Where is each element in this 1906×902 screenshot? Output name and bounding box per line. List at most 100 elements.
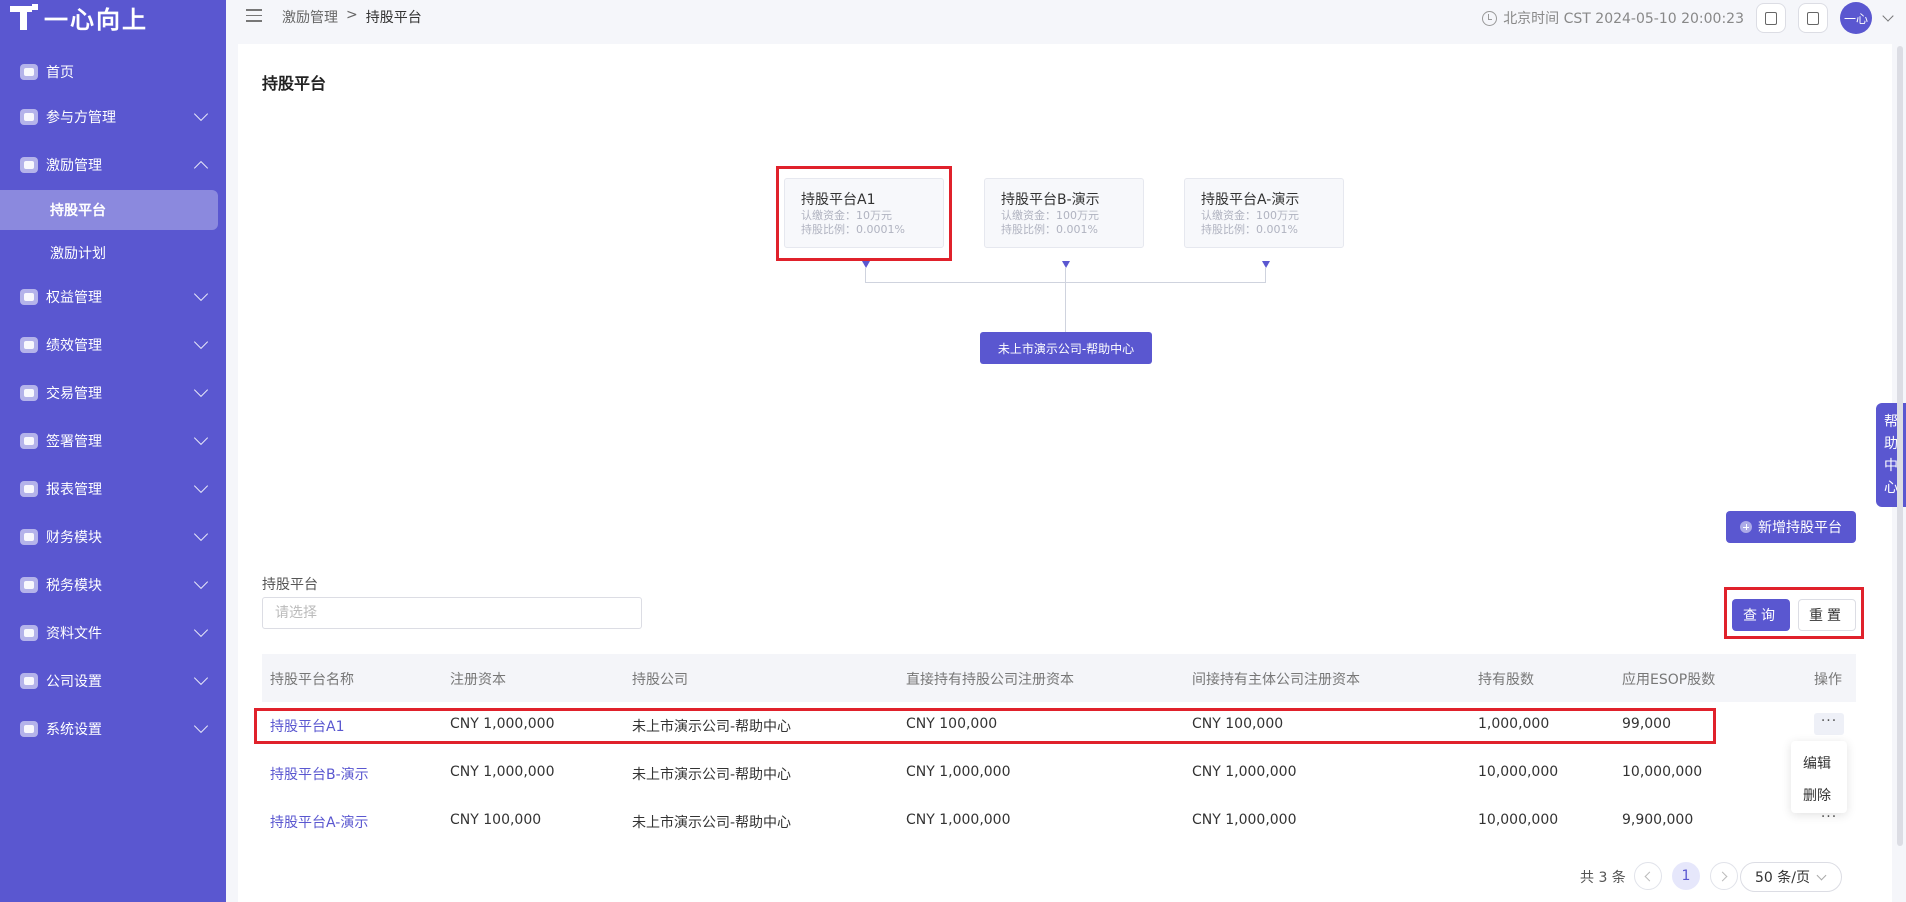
breadcrumb-separator: > (346, 7, 358, 23)
connector-line (1065, 268, 1066, 332)
column-header-esop-shares: 应用ESOP股数 (1622, 672, 1716, 688)
platform-name-link[interactable]: 持股平台A-演示 (270, 812, 368, 832)
cell-shares: 1,000,000 (1478, 716, 1550, 732)
sidebar-item-signing[interactable]: 签署管理 (0, 419, 226, 463)
chart-node-a1[interactable]: 持股平台A1 认缴资金：10万元 持股比例：0.0001% (784, 178, 944, 248)
company-icon (20, 673, 38, 689)
prev-page-button[interactable] (1634, 862, 1662, 890)
home-icon (20, 64, 38, 80)
chart-root-company[interactable]: 未上市演示公司-帮助中心 (980, 332, 1152, 364)
chart-node-b-demo[interactable]: 持股平台B-演示 认缴资金：100万元 持股比例：0.001% (984, 178, 1144, 248)
page-number-current[interactable]: 1 (1672, 862, 1700, 890)
chevron-right-icon (1717, 871, 1728, 881)
chevron-down-icon (193, 526, 209, 542)
column-header-actions: 操作 (1814, 672, 1842, 688)
node-title: 持股平台B-演示 (1001, 192, 1100, 208)
reset-button[interactable]: 重置 (1798, 599, 1856, 631)
column-header-name: 持股平台名称 (270, 672, 354, 688)
row-more-button[interactable]: ··· (1814, 713, 1844, 735)
delete-menu-item[interactable]: 删除 (1803, 785, 1831, 805)
platform-name-link[interactable]: 持股平台A1 (270, 716, 344, 736)
chevron-down-icon (193, 286, 209, 302)
node-ratio: 持股比例：0.001% (1201, 223, 1298, 236)
clipboard-check-icon (1765, 11, 1777, 25)
sidebar-subitem-label: 激励计划 (50, 246, 106, 262)
trading-icon (20, 385, 38, 401)
sidebar-item-label: 绩效管理 (46, 338, 102, 354)
sidebar-subitem-holding-platform[interactable]: 持股平台 (0, 190, 218, 230)
collapse-menu-icon[interactable] (246, 9, 262, 23)
chevron-down-icon (193, 670, 209, 686)
page-scrollbar[interactable] (1896, 44, 1904, 894)
sidebar-subitem-incentive-plan[interactable]: 激励计划 (0, 233, 226, 273)
signing-icon (20, 433, 38, 449)
sidebar-item-equity[interactable]: 权益管理 (0, 275, 226, 319)
sidebar-item-finance[interactable]: 财务模块 (0, 515, 226, 559)
server-time-text: 北京时间 CST 2024-05-10 20:00:23 (1503, 11, 1744, 27)
breadcrumb-item-incentive[interactable]: 激励管理 (282, 7, 338, 27)
chevron-down-icon (1816, 870, 1827, 880)
sidebar-item-label: 系统设置 (46, 722, 102, 738)
sidebar-item-tax[interactable]: 税务模块 (0, 563, 226, 607)
scrollbar-thumb[interactable] (1897, 46, 1903, 846)
avatar[interactable]: 一心 (1840, 2, 1872, 34)
chevron-down-icon (193, 382, 209, 398)
chevron-down-icon (193, 334, 209, 350)
logo-icon (10, 4, 38, 30)
page-size-select[interactable]: 50 条/页 (1740, 862, 1842, 892)
query-button[interactable]: 查询 (1732, 599, 1790, 631)
row-action-menu: 编辑 删除 (1791, 741, 1847, 813)
node-ratio: 持股比例：0.001% (1001, 223, 1098, 236)
chevron-down-icon (193, 430, 209, 446)
tasks-button[interactable] (1756, 3, 1786, 33)
cell-shares: 10,000,000 (1478, 764, 1559, 780)
column-header-direct-capital: 直接持有持股公司注册资本 (906, 672, 1074, 688)
sidebar-item-trading[interactable]: 交易管理 (0, 371, 226, 415)
sidebar-item-files[interactable]: 资料文件 (0, 611, 226, 655)
chart-node-a-demo[interactable]: 持股平台A-演示 认缴资金：100万元 持股比例：0.001% (1184, 178, 1344, 248)
sidebar-item-home[interactable]: 首页 (0, 50, 226, 94)
filter-label: 持股平台 (262, 577, 318, 593)
platform-name-link[interactable]: 持股平台B-演示 (270, 764, 369, 784)
app-logo[interactable]: 一心向上 (10, 2, 148, 34)
server-time: 北京时间 CST 2024-05-10 20:00:23 (1482, 8, 1744, 28)
connector-arrow (1262, 261, 1270, 268)
chevron-up-icon (193, 160, 209, 176)
cell-indirect-capital: CNY 100,000 (1192, 716, 1284, 732)
holding-platform-select[interactable] (262, 597, 642, 629)
sidebar-item-label: 报表管理 (46, 482, 102, 498)
sidebar-item-label: 交易管理 (46, 386, 102, 402)
sidebar-item-performance[interactable]: 绩效管理 (0, 323, 226, 367)
sidebar-item-label: 税务模块 (46, 578, 102, 594)
plus-circle-icon (1740, 521, 1752, 533)
files-icon (20, 625, 38, 641)
finance-icon (20, 529, 38, 545)
chevron-down-icon (193, 106, 209, 122)
page-size-value: 50 条/页 (1755, 870, 1810, 886)
add-holding-platform-button[interactable]: 新增持股平台 (1726, 511, 1856, 543)
node-capital: 认缴资金：100万元 (1001, 209, 1099, 222)
sidebar-item-company-settings[interactable]: 公司设置 (0, 659, 226, 703)
sidebar-item-label: 参与方管理 (46, 110, 116, 126)
system-icon (20, 721, 38, 737)
cell-holding-company: 未上市演示公司-帮助中心 (632, 815, 792, 831)
sidebar-item-reports[interactable]: 报表管理 (0, 467, 226, 511)
column-header-registered-capital: 注册资本 (450, 672, 506, 688)
cell-indirect-capital: CNY 1,000,000 (1192, 812, 1297, 828)
sidebar-item-label: 权益管理 (46, 290, 102, 306)
sidebar-item-incentive[interactable]: 激励管理 (0, 143, 226, 187)
sidebar-item-system-settings[interactable]: 系统设置 (0, 707, 226, 751)
docs-button[interactable] (1798, 3, 1828, 33)
participants-icon (20, 109, 38, 125)
sidebar-item-label: 资料文件 (46, 626, 102, 642)
sidebar-item-label: 首页 (46, 65, 74, 81)
sidebar: 一心向上 首页 参与方管理 激励管理 持股平台 激励计划 权益管理 绩效管理 交… (0, 0, 226, 902)
chevron-left-icon (1644, 871, 1655, 881)
incentive-icon (20, 157, 38, 173)
breadcrumb-item-current: 持股平台 (365, 10, 422, 26)
chevron-down-icon[interactable] (1882, 10, 1894, 22)
sidebar-item-participants[interactable]: 参与方管理 (0, 95, 226, 139)
edit-menu-item[interactable]: 编辑 (1803, 753, 1831, 773)
next-page-button[interactable] (1710, 862, 1738, 890)
node-ratio: 持股比例：0.0001% (801, 223, 905, 236)
